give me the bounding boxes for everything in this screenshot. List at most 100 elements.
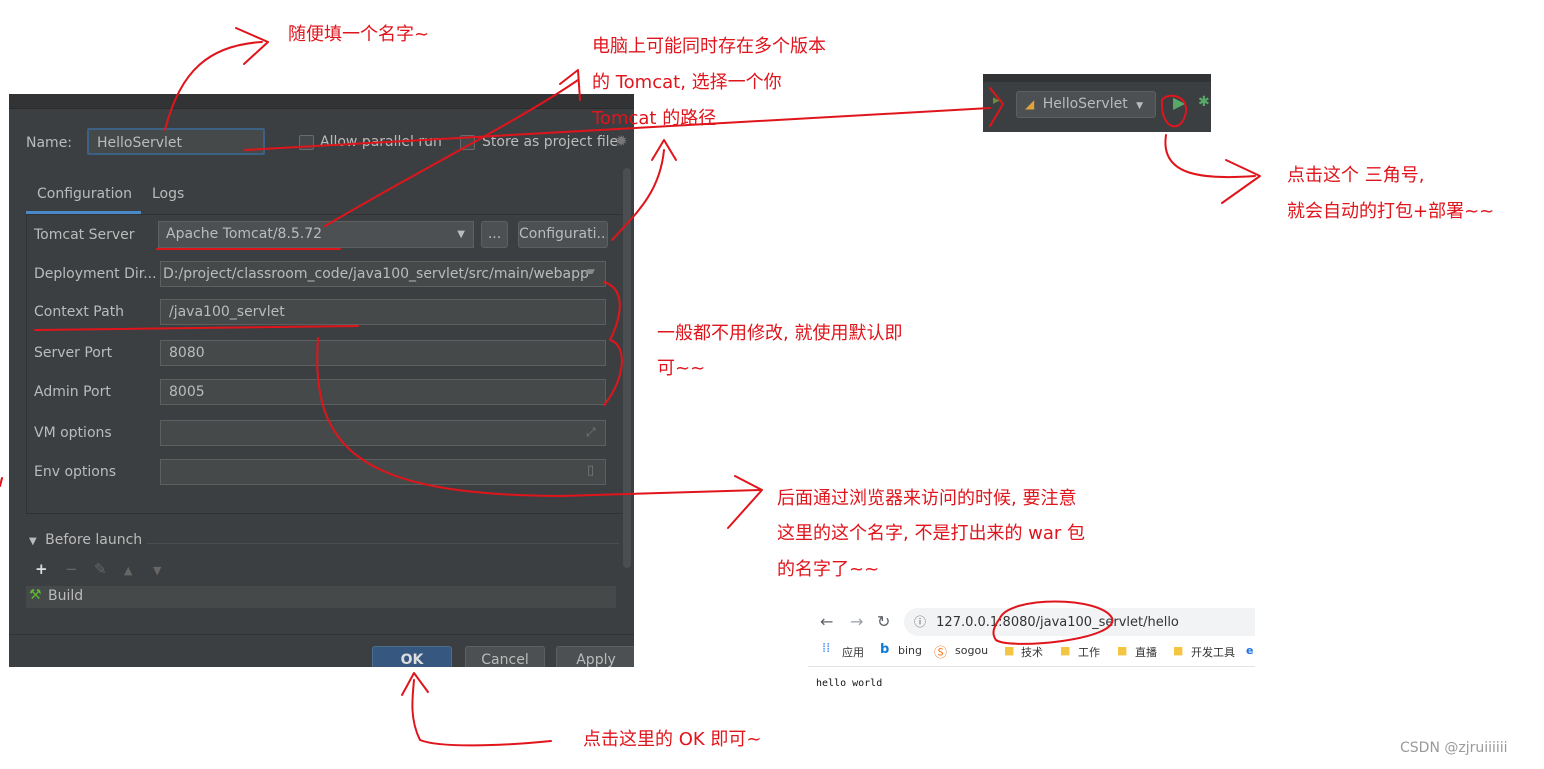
bookmark-sogou[interactable]: sogou xyxy=(955,644,988,657)
before-launch-divider xyxy=(147,543,619,544)
apply-button[interactable]: Apply xyxy=(556,646,634,667)
vm-options-label: VM options xyxy=(34,425,112,441)
move-down-icon[interactable]: ▼ xyxy=(153,564,161,577)
dialog-scrollbar[interactable] xyxy=(623,168,631,568)
edit-icon[interactable]: ✎ xyxy=(94,560,107,578)
deployment-dir-field[interactable]: D:/project/classroom_code/java100_servle… xyxy=(160,261,606,287)
ok-button[interactable]: OK xyxy=(372,646,452,667)
triangle-down-icon: ▼ xyxy=(29,536,37,547)
address-bar[interactable]: ⓘ 127.0.0.1:8080/java100_servlet/hello xyxy=(904,608,1255,636)
build-task-row[interactable]: ⚒ Build xyxy=(26,586,616,608)
stroke-ok-arrowhead xyxy=(401,672,429,696)
bookmark-bing[interactable]: bing xyxy=(898,644,922,657)
annotation-context-line3: 的名字了~~ xyxy=(777,559,880,580)
move-up-icon[interactable]: ▲ xyxy=(124,564,132,577)
tomcat-server-value: Apache Tomcat/8.5.72 xyxy=(166,226,323,242)
store-project-checkbox[interactable] xyxy=(460,135,475,150)
admin-port-label: Admin Port xyxy=(34,384,111,400)
build-task-label: Build xyxy=(48,588,84,604)
context-path-field[interactable]: /java100_servlet xyxy=(160,299,606,325)
forward-arrow-icon[interactable]: → xyxy=(850,612,863,631)
browse-button[interactable]: ... xyxy=(481,221,508,248)
bookmark-tech[interactable]: 技术 xyxy=(1021,644,1043,660)
annotation-default-line2: 可~~ xyxy=(657,358,706,379)
folder-icon: ■ xyxy=(1173,644,1184,657)
deployment-dir-value: D:/project/classroom_code/java100_servle… xyxy=(163,266,589,282)
cancel-button[interactable]: Cancel xyxy=(465,646,545,667)
before-launch-label: Before launch xyxy=(45,532,143,548)
context-path-label: Context Path xyxy=(34,304,125,320)
hammer-icon: ⚒ xyxy=(29,587,42,603)
info-icon: ⓘ xyxy=(914,615,927,629)
dialog-top-strip xyxy=(9,94,634,109)
tab-logs[interactable]: Logs xyxy=(152,186,184,202)
chevron-down-icon: ▼ xyxy=(1136,101,1144,111)
stroke-ok-arrow xyxy=(411,679,552,747)
tomcat-server-select[interactable]: Apache Tomcat/8.5.72 ▼ xyxy=(158,221,474,248)
debug-bug-icon[interactable]: ✱ xyxy=(1198,94,1210,110)
tab-configuration[interactable]: Configuration xyxy=(37,186,132,202)
back-arrow-icon[interactable]: ← xyxy=(820,612,833,631)
annotation-tomcat-line3: Tomcat 的路径 xyxy=(592,108,717,129)
annotation-tomcat-line1: 电脑上可能同时存在多个版本 xyxy=(592,36,826,57)
annotation-context-line2: 这里的这个名字, 不是打出来的 war 包 xyxy=(777,523,1086,544)
gear-icon[interactable]: ✹ xyxy=(615,132,628,150)
browser-window: ← → ↻ ⓘ 127.0.0.1:8080/java100_servlet/h… xyxy=(808,604,1255,700)
run-config-dialog: Name: HelloServlet Allow parallel run St… xyxy=(9,94,634,667)
env-options-field[interactable] xyxy=(160,459,606,485)
bookmark-devtools[interactable]: 开发工具 xyxy=(1191,644,1235,660)
reload-icon[interactable]: ↻ xyxy=(877,612,890,631)
configure-button[interactable]: Configurati... xyxy=(518,221,608,248)
tomcat-icon: ◢ xyxy=(1025,97,1035,111)
before-launch-header[interactable]: ▼ Before launch xyxy=(29,532,142,548)
allow-parallel-label: Allow parallel run xyxy=(320,134,442,150)
annotation-context-line1: 后面通过浏览器来访问的时候, 要注意 xyxy=(777,488,1077,509)
bookmark-apps[interactable]: 应用 xyxy=(842,644,864,660)
run-toolbar-top-strip xyxy=(983,74,1211,82)
document-icon[interactable]: ▯ xyxy=(587,463,594,478)
stroke-name-arrowhead xyxy=(235,27,269,65)
run-config-name: HelloServlet xyxy=(1042,96,1128,112)
apps-grid-icon[interactable]: ⁞⁞ xyxy=(822,641,830,656)
vm-options-field[interactable] xyxy=(160,420,606,446)
folder-icon[interactable]: ▰ xyxy=(585,264,595,279)
annotation-ok: 点击这里的 OK 即可~ xyxy=(583,729,762,750)
store-project-label: Store as project file xyxy=(482,134,619,150)
server-port-label: Server Port xyxy=(34,345,113,361)
admin-port-field[interactable]: 8005 xyxy=(160,379,606,405)
allow-parallel-checkbox[interactable] xyxy=(299,135,314,150)
chevron-down-icon: ▼ xyxy=(457,229,465,240)
run-play-icon[interactable]: ▶ xyxy=(1173,93,1185,112)
annotation-run-line1: 点击这个 三角号, xyxy=(1287,165,1425,186)
stroke-play-arrowhead xyxy=(1221,159,1261,204)
env-options-label: Env options xyxy=(34,464,117,480)
add-icon[interactable]: + xyxy=(35,560,48,578)
bing-icon: b xyxy=(880,642,890,657)
run-config-select[interactable]: ◢ HelloServlet ▼ xyxy=(1016,91,1156,118)
stroke-play-arrow xyxy=(1164,134,1256,179)
bookmark-live[interactable]: 直播 xyxy=(1135,644,1157,660)
footer-divider xyxy=(9,634,634,635)
folder-icon: ■ xyxy=(1117,644,1128,657)
deployment-dir-label: Deployment Dir... xyxy=(34,266,157,282)
bookmark-work[interactable]: 工作 xyxy=(1078,644,1100,660)
annotation-run-line2: 就会自动的打包+部署~~ xyxy=(1287,201,1495,222)
context-path-value: /java100_servlet xyxy=(169,304,285,320)
stroke-configure-arrowhead xyxy=(651,139,677,161)
admin-port-value: 8005 xyxy=(169,384,205,400)
run-toolbar: ▸ ◢ HelloServlet ▼ ▶ ✱ xyxy=(983,74,1211,132)
folder-icon: ■ xyxy=(1060,644,1071,657)
page-content: hello world xyxy=(816,678,883,689)
server-port-field[interactable]: 8080 xyxy=(160,340,606,366)
folder-icon: ■ xyxy=(1004,644,1015,657)
stroke-edge-mark xyxy=(0,477,3,487)
annotation-name: 随便填一个名字~ xyxy=(288,24,430,45)
bookmark-bar-divider xyxy=(808,666,1255,667)
watermark: CSDN @zjruiiiiii xyxy=(1400,740,1508,756)
stroke-context-arrowhead xyxy=(727,475,763,529)
expand-icon[interactable]: ⤢ xyxy=(586,425,596,440)
name-input[interactable]: HelloServlet xyxy=(87,128,265,155)
url-text: 127.0.0.1:8080/java100_servlet/hello xyxy=(936,615,1179,630)
arrow-icon: ▸ xyxy=(993,93,1000,108)
remove-icon[interactable]: − xyxy=(65,560,78,578)
